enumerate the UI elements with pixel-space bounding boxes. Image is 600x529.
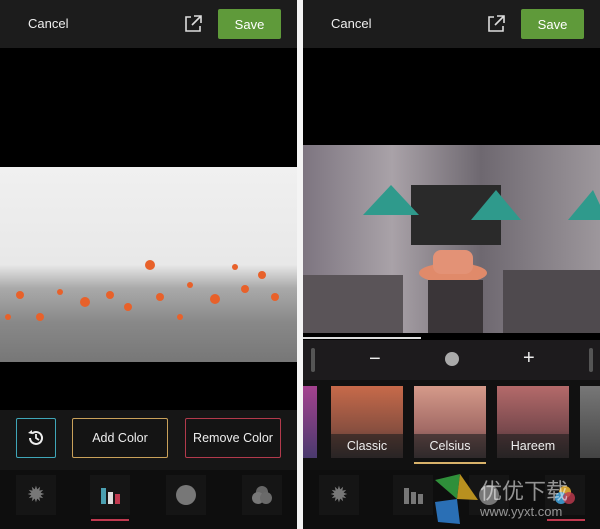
color-bottles-icon [101, 488, 120, 504]
progress-line [303, 337, 421, 339]
filter-thumb[interactable] [303, 386, 317, 458]
color-bottles-icon [404, 488, 423, 504]
flower-field-photo [0, 167, 297, 362]
filter-hareem[interactable]: Hareem [497, 386, 569, 458]
cafe-photo [303, 145, 600, 333]
tab-face[interactable] [166, 475, 206, 515]
poppy-flowers [5, 260, 279, 321]
filter-classic[interactable]: Classic [331, 386, 403, 458]
save-button[interactable]: Save [218, 9, 281, 39]
history-button[interactable] [16, 418, 56, 458]
watermark-url: www.yyxt.com [480, 504, 563, 519]
filter-celsius[interactable]: Celsius [414, 386, 486, 458]
cafe-scene [303, 185, 600, 333]
color-toolbar: Add Color Remove Color [0, 410, 297, 470]
left-screen: Cancel Save Add Color Remove Color ✹ [0, 0, 297, 529]
increase-button[interactable]: + [523, 347, 535, 370]
filter-label: Classic [331, 434, 403, 458]
sun-icon: ✹ [329, 482, 349, 507]
cancel-button[interactable]: Cancel [331, 16, 371, 31]
share-icon[interactable] [486, 14, 506, 34]
slider-left-handle[interactable] [311, 348, 315, 372]
cancel-button[interactable]: Cancel [28, 16, 68, 31]
active-tab-indicator [91, 519, 129, 521]
filter-strip: Classic Celsius Hareem [303, 380, 600, 470]
slider-thumb[interactable] [445, 352, 459, 366]
slider-right-handle[interactable] [589, 348, 593, 372]
intensity-slider[interactable]: − + [303, 340, 600, 380]
sun-icon: ✹ [26, 482, 46, 507]
top-bar: Cancel Save [0, 0, 297, 48]
filter-label: Celsius [414, 434, 486, 458]
selected-filter-indicator [414, 462, 486, 464]
add-color-button[interactable]: Add Color [72, 418, 168, 458]
watermark-logo [435, 474, 478, 524]
top-bar: Cancel Save [303, 0, 600, 48]
tab-color[interactable] [90, 475, 130, 515]
tab-adjust[interactable]: ✹ [16, 475, 56, 515]
share-icon[interactable] [183, 14, 203, 34]
bottom-tab-bar: ✹ [0, 470, 297, 529]
tab-adjust[interactable]: ✹ [319, 475, 359, 515]
watermark: 优优下载 www.yyxt.com [430, 472, 590, 526]
remove-color-button[interactable]: Remove Color [185, 418, 281, 458]
tab-blend[interactable] [242, 475, 282, 515]
history-icon [28, 430, 43, 445]
watermark-text: 优优下载 [480, 480, 569, 505]
tab-color[interactable] [393, 475, 433, 515]
face-icon [176, 485, 196, 505]
filter-label: Hareem [497, 434, 569, 458]
decrease-button[interactable]: − [369, 348, 381, 371]
filter-thumb[interactable] [580, 386, 600, 458]
save-button[interactable]: Save [521, 9, 584, 39]
overlap-circles-icon [252, 486, 272, 504]
right-screen: Cancel Save − + Classic Celsius Hareem ✹ [303, 0, 600, 529]
